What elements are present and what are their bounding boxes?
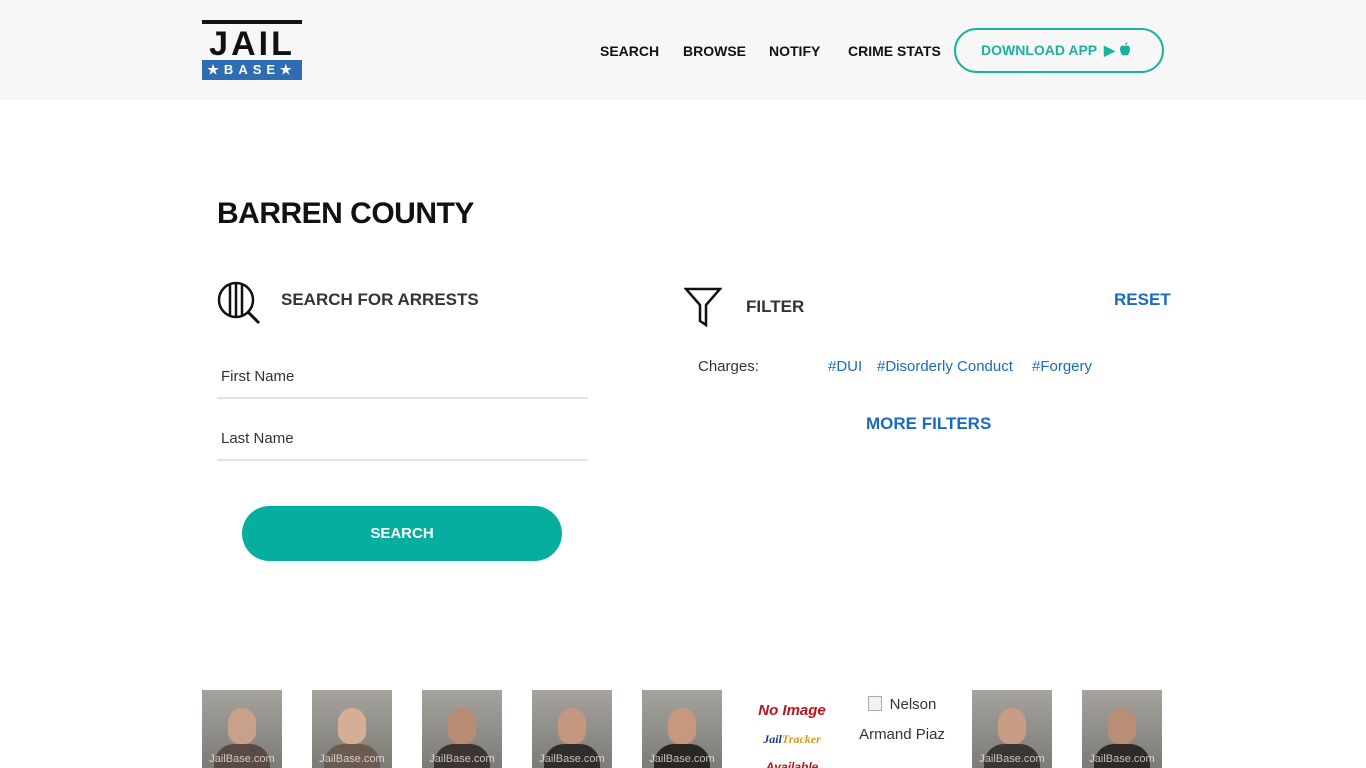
watermark: JailBase.com [209, 753, 275, 765]
mugshot-thumbnail[interactable]: JailBase.com [1082, 690, 1162, 768]
last-name-field[interactable]: Last Name [217, 417, 588, 461]
more-filters-link[interactable]: MORE FILTERS [866, 413, 991, 435]
mugshot-thumbnail[interactable]: JailBase.com [972, 690, 1052, 768]
watermark: JailBase.com [1089, 753, 1155, 765]
watermark: JailBase.com [539, 753, 605, 765]
mugshot-thumbnail[interactable]: JailBase.com [422, 690, 502, 768]
charge-tag-forgery[interactable]: #Forgery [1032, 357, 1092, 377]
logo-text-top: JAIL [209, 25, 295, 63]
charge-tag-dui[interactable]: #DUI [828, 357, 862, 377]
mugshot-thumbnail[interactable]: JailBase.com [312, 690, 392, 768]
no-image-text: No Image [758, 702, 826, 719]
search-button[interactable]: SEARCH [242, 506, 562, 561]
reset-link[interactable]: RESET [1114, 289, 1171, 311]
search-heading: SEARCH FOR ARRESTS [281, 290, 479, 309]
broken-image-alt[interactable]: Nelson Armand Piaz [856, 690, 948, 750]
nav-notify[interactable]: NOTIFY [769, 42, 820, 60]
jailbase-logo[interactable]: JAIL ★BASE★ [202, 20, 302, 80]
jailtracker-logo: JailTracker [763, 732, 821, 746]
mugshot-thumbnail[interactable]: JailBase.com [532, 690, 612, 768]
search-magnifier-icon [217, 281, 261, 325]
filter-heading: FILTER [746, 297, 805, 316]
site-header: JAIL ★BASE★ SEARCH BROWSE NOTIFY CRIME S… [0, 0, 1366, 100]
available-text: Available [765, 760, 819, 768]
first-name-field[interactable]: First Name [217, 355, 588, 399]
charge-tag-disorderly-conduct[interactable]: #Disorderly Conduct [877, 357, 1013, 377]
watermark: JailBase.com [319, 753, 385, 765]
download-app-label: DOWNLOAD APP [981, 42, 1098, 58]
charges-label: Charges: [698, 358, 759, 375]
watermark: JailBase.com [979, 753, 1045, 765]
broken-image-icon [867, 696, 882, 711]
logo-text-bottom: ★BASE★ [202, 60, 302, 80]
watermark: JailBase.com [429, 753, 495, 765]
apple-icon [1119, 42, 1130, 56]
page-title: BARREN COUNTY [217, 197, 474, 230]
play-store-icon: ▶ [1104, 42, 1119, 58]
nav-crime-stats[interactable]: CRIME STATS [848, 42, 941, 60]
mugshot-thumbnail[interactable]: JailBase.com [202, 690, 282, 768]
watermark: JailBase.com [649, 753, 715, 765]
nav-search[interactable]: SEARCH [600, 42, 659, 60]
no-image-placeholder[interactable]: No Image JailTracker Available [752, 690, 832, 768]
nav-browse[interactable]: BROWSE [683, 42, 746, 60]
mugshot-thumbnail[interactable]: JailBase.com [642, 690, 722, 768]
filter-funnel-icon [684, 287, 722, 327]
download-app-button[interactable]: DOWNLOAD APP ▶ [954, 28, 1164, 73]
